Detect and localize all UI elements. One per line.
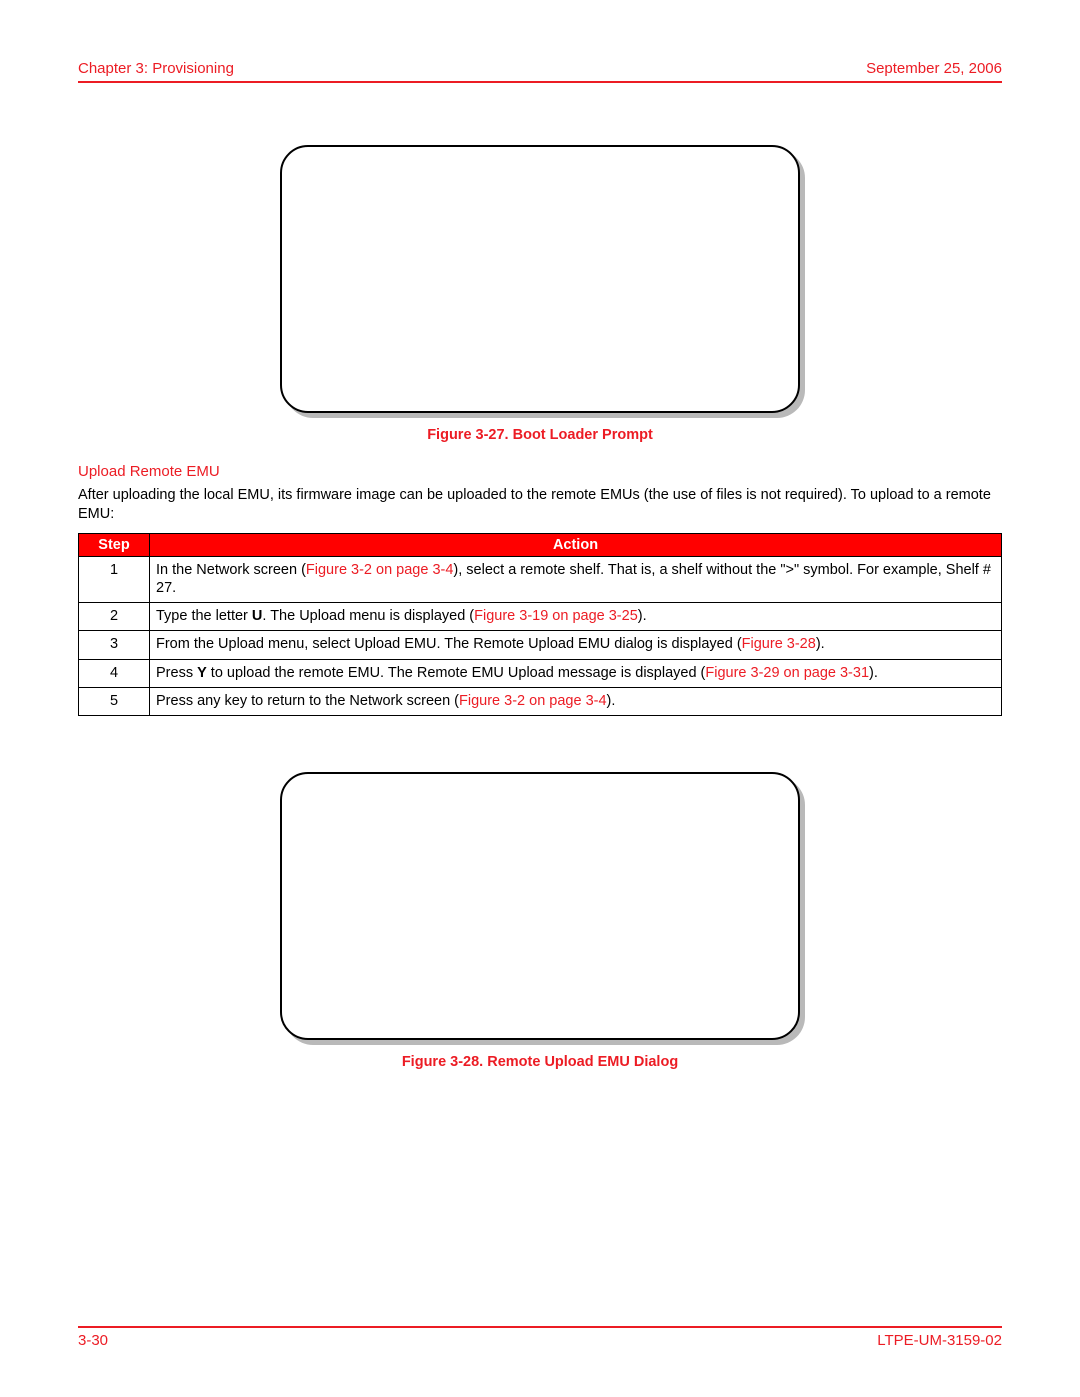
figure-27-frame [280, 145, 800, 413]
table-row: 2 Type the letter U. The Upload menu is … [79, 603, 1002, 631]
table-row: 3 From the Upload menu, select Upload EM… [79, 631, 1002, 659]
steps-table: Step Action 1 In the Network screen (Fig… [78, 533, 1002, 716]
page: Chapter 3: Provisioning September 25, 20… [0, 0, 1080, 1397]
step-action: In the Network screen (Figure 3-2 on pag… [150, 557, 1002, 603]
figure-27-caption: Figure 3-27. Boot Loader Prompt [78, 427, 1002, 443]
step-number: 3 [79, 631, 150, 659]
step-action: From the Upload menu, select Upload EMU.… [150, 631, 1002, 659]
header-chapter: Chapter 3: Provisioning [78, 60, 234, 77]
section-heading: Upload Remote EMU [78, 463, 1002, 480]
header-date: September 25, 2006 [866, 60, 1002, 77]
figure-28-caption: Figure 3-28. Remote Upload EMU Dialog [78, 1054, 1002, 1070]
figure-box [280, 772, 800, 1040]
figure-box [280, 145, 800, 413]
page-footer: 3-30 LTPE-UM-3159-02 [78, 1326, 1002, 1349]
cross-reference[interactable]: Figure 3-29 on page 3-31 [705, 665, 869, 681]
footer-page-number: 3-30 [78, 1332, 108, 1349]
cross-reference[interactable]: Figure 3-2 on page 3-4 [306, 562, 454, 578]
table-row: 5 Press any key to return to the Network… [79, 687, 1002, 715]
th-action: Action [150, 534, 1002, 557]
cross-reference[interactable]: Figure 3-28 [742, 636, 816, 652]
step-action: Press Y to upload the remote EMU. The Re… [150, 659, 1002, 687]
step-action: Type the letter U. The Upload menu is di… [150, 603, 1002, 631]
cross-reference[interactable]: Figure 3-19 on page 3-25 [474, 608, 638, 624]
step-number: 4 [79, 659, 150, 687]
cross-reference[interactable]: Figure 3-2 on page 3-4 [459, 693, 607, 709]
step-action: Press any key to return to the Network s… [150, 687, 1002, 715]
step-number: 2 [79, 603, 150, 631]
table-row: 4 Press Y to upload the remote EMU. The … [79, 659, 1002, 687]
table-row: 1 In the Network screen (Figure 3-2 on p… [79, 557, 1002, 603]
th-step: Step [79, 534, 150, 557]
footer-doc-id: LTPE-UM-3159-02 [877, 1332, 1002, 1349]
step-number: 5 [79, 687, 150, 715]
figure-28-frame [280, 772, 800, 1040]
page-header: Chapter 3: Provisioning September 25, 20… [78, 60, 1002, 83]
step-number: 1 [79, 557, 150, 603]
section-paragraph: After uploading the local EMU, its firmw… [78, 486, 1002, 523]
